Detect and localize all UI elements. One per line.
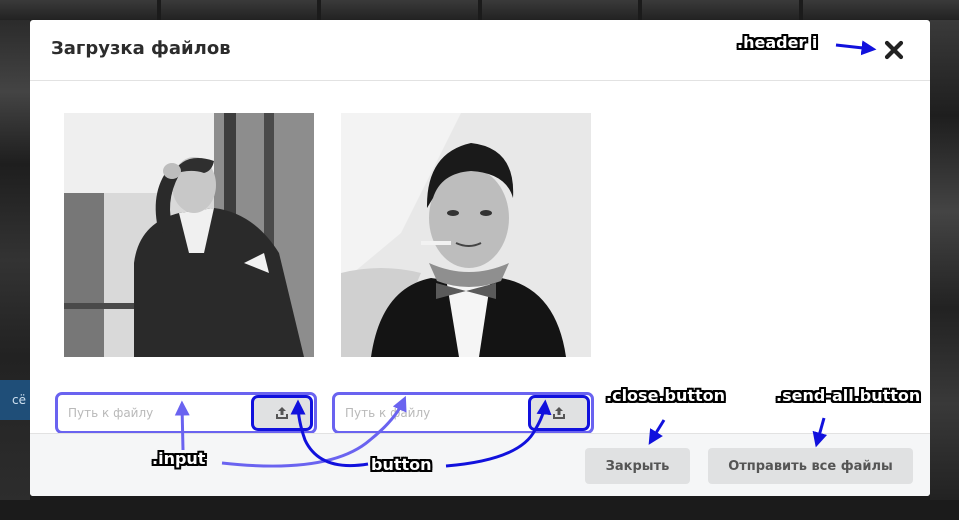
upload-icon <box>553 407 565 419</box>
file-card <box>55 113 317 434</box>
background-tile <box>321 0 478 20</box>
background-header-strip <box>0 0 959 20</box>
close-button[interactable]: Закрыть <box>585 448 690 484</box>
file-path-input[interactable] <box>62 399 254 427</box>
background-tile <box>160 0 317 20</box>
annotation-close-button: .close.button <box>606 386 726 405</box>
background-tile <box>802 0 959 20</box>
file-card <box>332 113 594 434</box>
upload-button[interactable] <box>251 395 313 431</box>
background-left-panel <box>0 20 30 500</box>
modal-content <box>30 81 930 434</box>
background-right-panel <box>930 20 959 500</box>
upload-modal: Загрузка файлов Путь к файлу Путь к файл… <box>30 20 930 496</box>
file-input-group <box>55 392 317 434</box>
modal-title: Загрузка файлов <box>51 38 231 59</box>
close-icon[interactable] <box>882 38 906 62</box>
file-input-group <box>332 392 594 434</box>
file-path-input[interactable] <box>339 399 531 427</box>
background-badge: сё <box>0 380 30 420</box>
annotation-send-all-button: .send-all.button <box>776 386 921 405</box>
photo-preview <box>64 113 314 357</box>
annotation-header-icon: .header i <box>737 33 818 52</box>
annotation-button: button <box>371 455 432 474</box>
upload-icon <box>276 407 288 419</box>
photo-preview <box>341 113 591 357</box>
background-tile <box>642 0 799 20</box>
background-tile <box>0 0 157 20</box>
annotation-input: .input <box>152 449 206 468</box>
background-tile <box>481 0 638 20</box>
upload-button[interactable] <box>528 395 590 431</box>
send-all-button[interactable]: Отправить все файлы <box>708 448 913 484</box>
